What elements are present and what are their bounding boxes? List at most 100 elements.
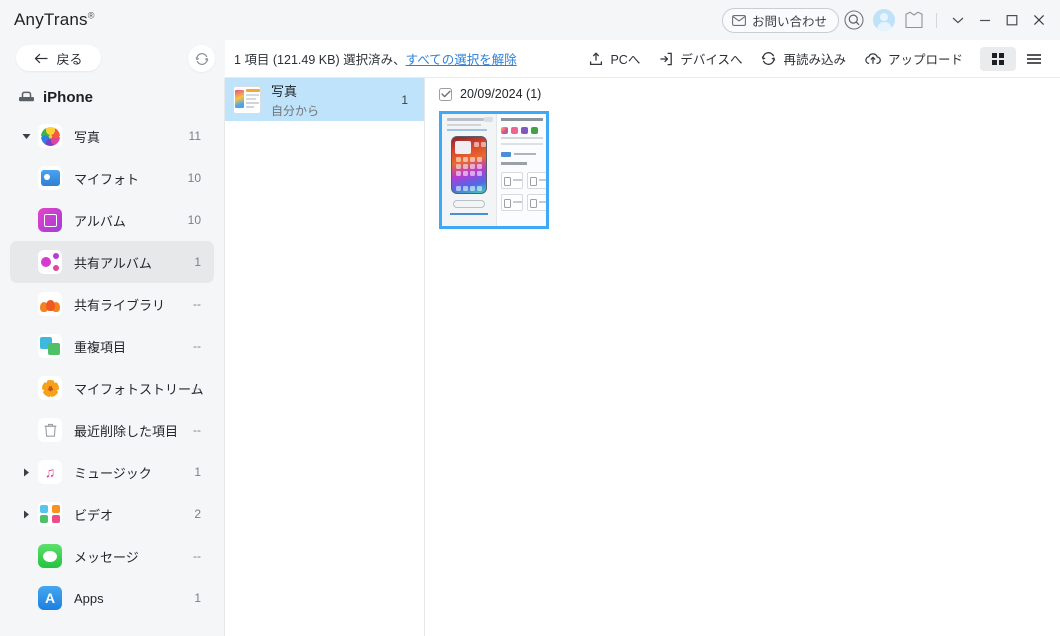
sidebar-item-apps[interactable]: A Apps 1 [10, 577, 214, 619]
messages-icon [38, 544, 62, 568]
sidebar-item-shared-albums[interactable]: 共有アルバム 1 [10, 241, 214, 283]
sidebar-item-count: 10 [188, 171, 201, 185]
selection-status-text: 1 項目 (121.49 KB) 選択済み、 [234, 53, 406, 67]
date-group-header: 20/09/2024 (1) [425, 78, 1060, 101]
chevron-down-icon [951, 15, 965, 25]
duplicates-icon [38, 334, 62, 358]
photos-icon [38, 124, 62, 148]
sidebar-item-label: マイフォト [74, 169, 139, 188]
sidebar-item-shared-library[interactable]: 共有ライブラリ -- [10, 283, 214, 325]
photo-thumbnail[interactable] [439, 111, 549, 229]
sidebar-item-recently-deleted[interactable]: 最近削除した項目 -- [10, 409, 214, 451]
list-item-subtitle: 自分から [271, 102, 319, 119]
sidebar-item-photo-stream[interactable]: マイフォトストリーム -- [10, 367, 214, 409]
sidebar-item-count: -- [193, 297, 201, 311]
shared-albums-icon [38, 250, 62, 274]
my-photos-icon [38, 166, 62, 190]
anytrans-window: AnyTrans® お問い合わせ [0, 0, 1060, 636]
list-view-icon [1026, 52, 1042, 66]
minimize-button[interactable] [971, 4, 998, 36]
photo-grid [425, 101, 1060, 229]
music-icon: ♫ [38, 460, 62, 484]
send-to-device-button[interactable]: デバイスへ [649, 45, 751, 73]
sidebar-item-count: 1 [194, 465, 201, 479]
group-checkbox[interactable] [439, 88, 452, 101]
sidebar-item-label: 写真 [74, 127, 100, 146]
reload-button[interactable]: 再読み込み [751, 45, 855, 73]
refresh-button[interactable] [188, 45, 215, 72]
sidebar-item-count: -- [193, 423, 201, 437]
toolkit-button[interactable] [899, 4, 929, 36]
refresh-icon [194, 51, 210, 67]
sidebar-item-photos[interactable]: 写真 11 [10, 115, 214, 157]
contact-button-label: お問い合わせ [752, 11, 827, 30]
back-button-label: 戻る [56, 49, 82, 68]
shared-library-icon [38, 292, 62, 316]
chevron-expanded-icon[interactable] [18, 133, 34, 140]
sidebar-item-count: 1 [194, 591, 201, 605]
sidebar-item-my-photos[interactable]: マイフォト 10 [10, 157, 214, 199]
sidebar-item-label: アルバム [74, 211, 126, 230]
photo-stream-icon [38, 376, 62, 400]
sidebar-item-count: -- [193, 339, 201, 353]
contact-button[interactable]: お問い合わせ [722, 8, 839, 33]
search-button[interactable] [839, 4, 869, 36]
upload-label: アップロード [888, 49, 963, 68]
sidebar-item-label: 重複項目 [74, 337, 126, 356]
send-to-device-icon [658, 51, 674, 67]
grid-view-icon [991, 52, 1005, 66]
title-bar: AnyTrans® お問い合わせ [0, 0, 1060, 40]
album-list-column: 写真 自分から 1 [225, 78, 425, 636]
list-item-count: 1 [401, 93, 408, 107]
close-button[interactable] [1025, 4, 1052, 36]
titlebar-divider [936, 13, 937, 28]
sidebar-item-label: ビデオ [74, 505, 113, 524]
content-header: 1 項目 (121.49 KB) 選択済み、すべての選択を解除 PCへ デバイス… [225, 40, 1060, 78]
iphone-device-icon [18, 90, 35, 104]
device-header[interactable]: iPhone [0, 79, 224, 115]
sidebar-item-label: 共有アルバム [74, 253, 152, 272]
sidebar-item-duplicates[interactable]: 重複項目 -- [10, 325, 214, 367]
cloud-upload-icon [864, 51, 882, 67]
trash-icon [38, 418, 62, 442]
sidebar-item-label: ミュージック [74, 463, 152, 482]
thumbnail-image [442, 114, 546, 226]
list-item-title: 写真 [271, 81, 319, 100]
minimize-icon [978, 15, 992, 25]
album-thumbnail [233, 86, 261, 114]
sidebar-item-music[interactable]: ♫ ミュージック 1 [10, 451, 214, 493]
maximize-button[interactable] [998, 4, 1025, 36]
albums-icon [38, 208, 62, 232]
sidebar-item-messages[interactable]: メッセージ -- [10, 535, 214, 577]
sidebar-item-count: -- [193, 381, 201, 395]
device-name: iPhone [43, 89, 93, 106]
sidebar-item-albums[interactable]: アルバム 10 [10, 199, 214, 241]
sidebar: iPhone 写真 11 マイフォト 10 アルバム 10 共有アルバム [0, 78, 225, 636]
sidebar-item-video[interactable]: ビデオ 2 [10, 493, 214, 535]
export-to-pc-label: PCへ [610, 49, 640, 68]
registered-mark: ® [88, 10, 95, 20]
app-brand-name: AnyTrans [14, 10, 88, 29]
search-icon [844, 10, 864, 30]
list-item[interactable]: 写真 自分から 1 [225, 78, 424, 121]
deselect-all-link[interactable]: すべての選択を解除 [406, 53, 517, 67]
account-button[interactable] [869, 4, 899, 36]
grid-view-button[interactable] [980, 47, 1016, 71]
list-view-button[interactable] [1016, 47, 1052, 71]
back-button[interactable]: 戻る [16, 45, 101, 71]
chevron-collapsed-icon[interactable] [18, 510, 34, 519]
export-to-pc-icon [588, 51, 604, 67]
selection-status: 1 項目 (121.49 KB) 選択済み、すべての選択を解除 [234, 49, 517, 68]
sidebar-item-count: 2 [194, 507, 201, 521]
upload-button[interactable]: アップロード [855, 45, 972, 73]
photo-grid-panel: 20/09/2024 (1) [425, 78, 1060, 636]
sidebar-item-label: Apps [74, 591, 104, 606]
app-brand: AnyTrans® [14, 10, 95, 30]
sidebar-item-count: 1 [194, 255, 201, 269]
export-to-pc-button[interactable]: PCへ [579, 45, 649, 73]
sidebar-item-label: マイフォトストリーム [74, 379, 204, 398]
close-icon [1032, 14, 1046, 26]
chevron-collapsed-icon[interactable] [18, 468, 34, 477]
window-menu-button[interactable] [944, 4, 971, 36]
user-avatar-icon [873, 9, 895, 31]
